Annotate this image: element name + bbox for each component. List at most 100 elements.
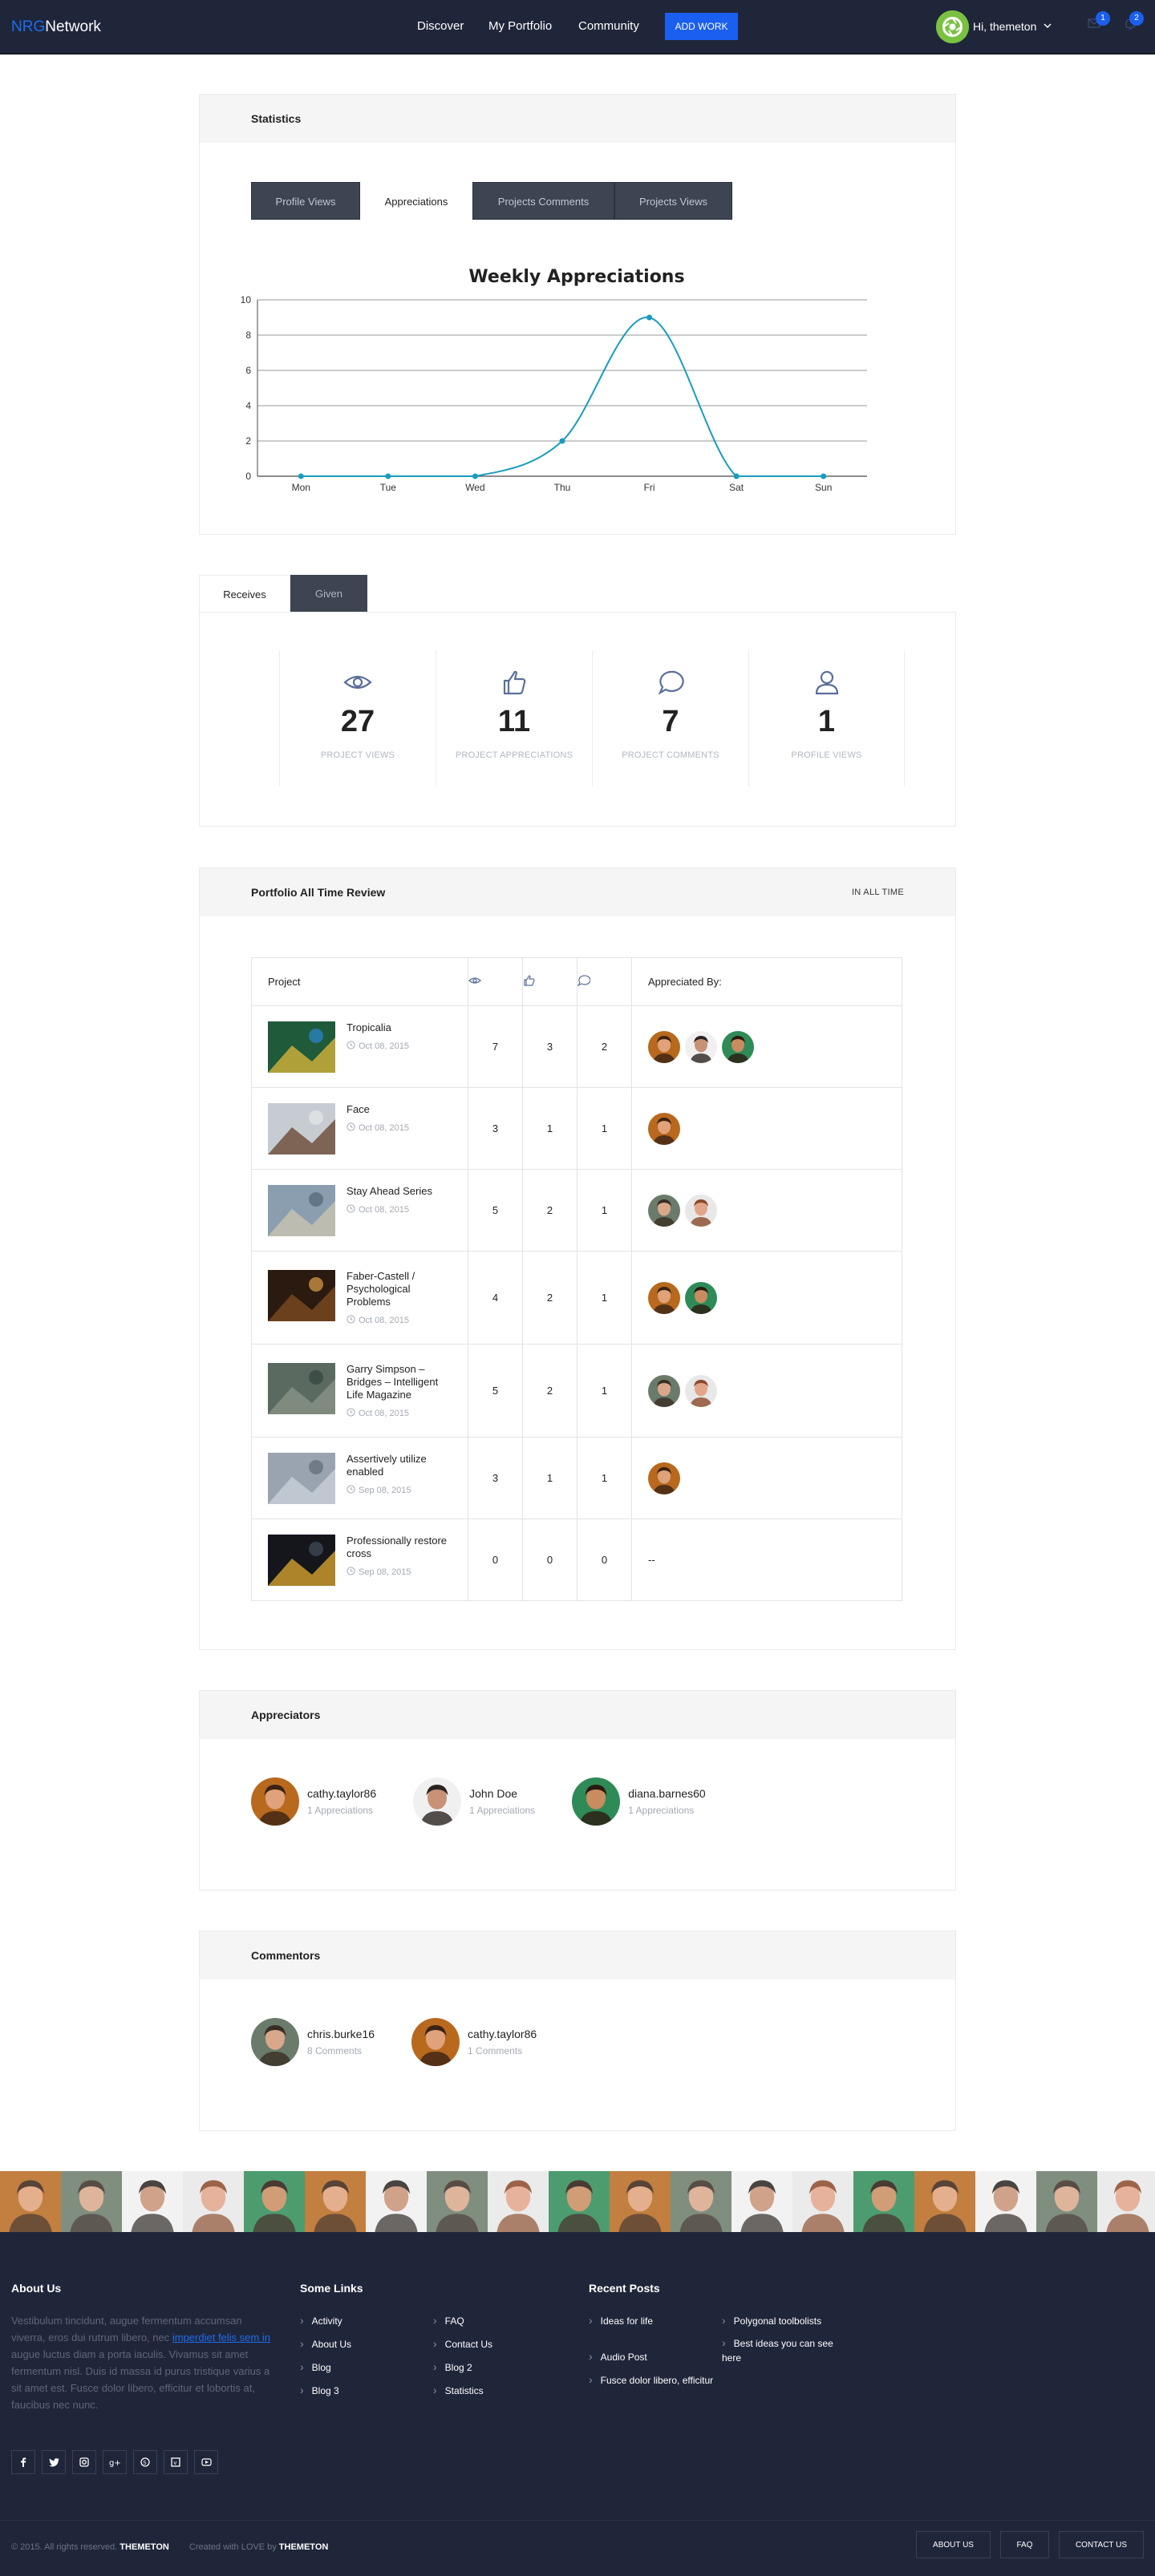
footer-link-about-us[interactable]: About Us	[300, 2337, 351, 2350]
facebook-icon[interactable]	[11, 2450, 35, 2474]
range-link[interactable]: IN ALL TIME	[852, 888, 904, 897]
recent-post[interactable]: Fusce dolor libero, efficitur	[589, 2373, 714, 2386]
stat-project-comments: 7 PROJECT COMMENTS	[592, 650, 748, 787]
nav-discover[interactable]: Discover	[417, 19, 464, 33]
footer-link-faq[interactable]: FAQ	[433, 2314, 464, 2327]
project-name[interactable]: Garry Simpson – Bridges – Intelligent Li…	[346, 1363, 452, 1401]
table-row[interactable]: Faber-Castell / Psychological Problems O…	[251, 1251, 902, 1345]
appreciator-avatar[interactable]	[722, 1030, 754, 1063]
project-thumbnail[interactable]	[268, 1184, 335, 1236]
chart-point[interactable]	[385, 473, 391, 479]
appreciator-avatar[interactable]	[648, 1194, 680, 1227]
chart-point[interactable]	[298, 473, 304, 479]
vimeo-icon[interactable]: v	[164, 2450, 188, 2474]
recent-post[interactable]: Audio Post	[589, 2350, 647, 2363]
footer-about-button[interactable]: ABOUT US	[916, 2531, 991, 2558]
appreciator-avatar[interactable]	[648, 1462, 680, 1494]
person-name[interactable]: cathy.taylor86	[307, 1787, 376, 1800]
person-avatar[interactable]	[411, 2018, 460, 2066]
table-row[interactable]: Professionally restore cross Sep 08, 201…	[251, 1519, 902, 1601]
footer-link-blog[interactable]: Blog	[300, 2360, 331, 2373]
person-name[interactable]: chris.burke16	[307, 2028, 375, 2040]
footer-link-activity[interactable]: Activity	[300, 2314, 342, 2327]
table-row[interactable]: Face Oct 08, 2015 3 1 1	[251, 1087, 902, 1170]
table-row[interactable]: Assertively utilize enabled Sep 08, 2015…	[251, 1437, 902, 1519]
project-thumbnail[interactable]	[268, 1452, 335, 1504]
person-name[interactable]: John Doe	[469, 1787, 535, 1800]
tab-given[interactable]: Given	[290, 575, 367, 613]
created-brand[interactable]: THEMETON	[279, 2542, 329, 2552]
project-thumbnail[interactable]	[268, 1362, 335, 1414]
project-name[interactable]: Professionally restore cross	[346, 1535, 452, 1560]
person-name[interactable]: cathy.taylor86	[468, 2028, 537, 2040]
person-avatar[interactable]	[572, 1777, 621, 1826]
appreciator-avatar[interactable]	[648, 1281, 680, 1314]
tab-receives[interactable]: Receives	[199, 575, 290, 613]
project-name[interactable]: Stay Ahead Series	[346, 1185, 452, 1198]
appreciator-avatar[interactable]	[685, 1281, 717, 1314]
project-name[interactable]: Faber-Castell / Psychological Problems	[346, 1270, 452, 1308]
appreciator-avatar[interactable]	[648, 1112, 680, 1145]
chart-point[interactable]	[646, 314, 653, 321]
twitter-icon[interactable]	[42, 2450, 66, 2474]
chart-point[interactable]	[559, 438, 565, 444]
tab-profile-views[interactable]: Profile Views	[251, 182, 360, 220]
project-thumbnail[interactable]	[268, 1534, 335, 1586]
appreciator-avatar[interactable]	[648, 1374, 680, 1407]
appreciator-avatar[interactable]	[685, 1194, 717, 1227]
footer-link-blog-2[interactable]: Blog 2	[433, 2360, 472, 2373]
person-card[interactable]: John Doe 1 Appreciations	[413, 1777, 535, 1826]
appreciator-avatar[interactable]	[648, 1030, 680, 1063]
appreciator-avatar[interactable]	[685, 1030, 717, 1063]
logo[interactable]: NRGNetwork	[11, 18, 101, 36]
appreciator-avatar[interactable]	[685, 1374, 717, 1407]
project-thumbnail[interactable]	[268, 1102, 335, 1155]
copyright-brand[interactable]: THEMETON	[120, 2542, 169, 2552]
project-name[interactable]: Tropicalia	[346, 1021, 452, 1034]
add-work-button[interactable]: ADD WORK	[665, 13, 738, 40]
person-name[interactable]: diana.barnes60	[628, 1787, 706, 1800]
nav-community[interactable]: Community	[578, 19, 639, 33]
user-avatar[interactable]	[936, 10, 969, 43]
footer-contact-button[interactable]: CONTACT US	[1059, 2531, 1144, 2558]
person-avatar[interactable]	[251, 2018, 299, 2066]
clock-icon	[346, 1407, 355, 1419]
chart-point[interactable]	[733, 473, 740, 479]
skype-icon[interactable]: S	[133, 2450, 157, 2474]
project-name[interactable]: Face	[346, 1103, 452, 1116]
youtube-icon[interactable]	[194, 2450, 218, 2474]
person-card[interactable]: diana.barnes60 1 Appreciations	[572, 1777, 706, 1826]
tab-projects-views[interactable]: Projects Views	[614, 182, 732, 220]
person-card[interactable]: cathy.taylor86 1 Appreciations	[251, 1777, 376, 1826]
user-greeting[interactable]: Hi, themeton	[973, 20, 1036, 33]
person-avatar[interactable]	[413, 1777, 462, 1826]
recent-post[interactable]: Ideas for life	[589, 2314, 653, 2327]
project-date: Oct 08, 2015	[346, 1203, 452, 1215]
project-date-text: Oct 08, 2015	[359, 1122, 409, 1133]
google-plus-icon[interactable]: g+	[103, 2450, 127, 2474]
footer-link-blog-3[interactable]: Blog 3	[300, 2384, 339, 2396]
instagram-icon[interactable]	[72, 2450, 96, 2474]
tab-appreciations[interactable]: Appreciations	[360, 182, 472, 220]
project-name[interactable]: Assertively utilize enabled	[346, 1453, 452, 1478]
project-thumbnail[interactable]	[268, 1269, 335, 1321]
chevron-down-icon[interactable]	[1043, 20, 1052, 33]
person-avatar[interactable]	[251, 1777, 299, 1826]
person-card[interactable]: cathy.taylor86 1 Comments	[411, 2018, 537, 2066]
commentors-panel: Commentors chris.burke16 8 Comments cath…	[199, 1931, 956, 2131]
recent-post[interactable]: Polygonal toolbolists	[722, 2314, 821, 2327]
person-card[interactable]: chris.burke16 8 Comments	[251, 2018, 375, 2066]
about-link[interactable]: imperdiet felis sem in	[172, 2331, 270, 2343]
recent-post[interactable]: Best ideas you can see here	[722, 2335, 842, 2365]
tab-projects-comments[interactable]: Projects Comments	[472, 182, 614, 220]
chart-point[interactable]	[821, 473, 827, 479]
nav-my-portfolio[interactable]: My Portfolio	[488, 19, 552, 33]
footer-link-contact-us[interactable]: Contact Us	[433, 2337, 492, 2350]
footer-link-statistics[interactable]: Statistics	[433, 2384, 484, 2396]
footer-faq-button[interactable]: FAQ	[1000, 2531, 1049, 2558]
chart-point[interactable]	[472, 473, 478, 479]
table-row[interactable]: Tropicalia Oct 08, 2015 7 3 2	[251, 1005, 902, 1088]
table-row[interactable]: Stay Ahead Series Oct 08, 2015 5 2 1	[251, 1169, 902, 1252]
table-row[interactable]: Garry Simpson – Bridges – Intelligent Li…	[251, 1344, 902, 1438]
project-thumbnail[interactable]	[268, 1021, 335, 1073]
